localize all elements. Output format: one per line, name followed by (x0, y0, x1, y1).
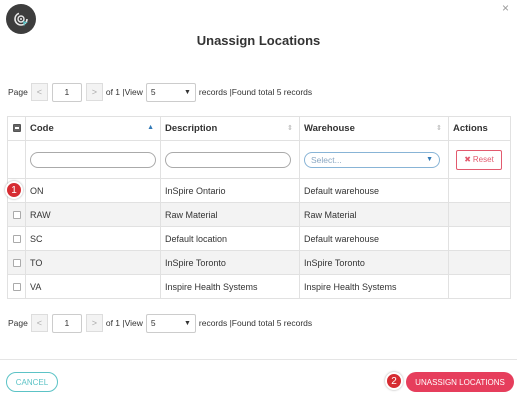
chevron-down-icon: ▼ (183, 88, 191, 96)
cell-actions (448, 202, 511, 227)
cell-warehouse: Default warehouse (299, 226, 449, 251)
records-found-text: records |Found total 5 records (198, 87, 313, 97)
sort-icon[interactable]: ⇕ (436, 124, 442, 132)
next-page-button[interactable]: > (85, 83, 103, 101)
reset-label: Reset (472, 155, 494, 164)
page-label: Page (8, 318, 28, 328)
cell-description: Raw Material (160, 202, 300, 227)
column-header-warehouse-label: Warehouse (304, 123, 355, 134)
chevron-down-icon: ▼ (426, 156, 433, 163)
page-label: Page (8, 87, 28, 97)
row-checkbox[interactable] (12, 283, 21, 292)
page-of-text: of 1 |View (105, 318, 143, 328)
sort-ascending-icon[interactable]: ▲ (147, 124, 154, 131)
table-row[interactable]: SC Default location Default warehouse (7, 226, 511, 251)
table-row[interactable]: RAW Raw Material Raw Material (7, 202, 511, 227)
warehouse-filter-placeholder: Select... (311, 154, 342, 165)
cell-description: Default location (160, 226, 300, 251)
unassign-locations-dialog: × Unassign Locations Page < 1 > of 1 |Vi… (0, 0, 517, 401)
cell-actions (448, 226, 511, 251)
step-badge-1: 1 (5, 181, 23, 199)
cell-actions (448, 274, 511, 299)
dialog-title: Unassign Locations (196, 33, 321, 48)
unassign-locations-button[interactable]: UNASSIGN LOCATIONS (406, 372, 514, 392)
column-header-warehouse[interactable]: Warehouse ⇕ (299, 116, 449, 141)
cell-warehouse: Default warehouse (299, 178, 449, 203)
records-found-text: records |Found total 5 records (198, 318, 313, 328)
table-row[interactable]: ON InSpire Ontario Default warehouse (7, 178, 511, 203)
cell-warehouse: Raw Material (299, 202, 449, 227)
footer-divider (0, 359, 517, 360)
row-checkbox[interactable] (12, 211, 21, 220)
records-per-page-select[interactable]: 5 ▼ (145, 313, 196, 333)
cell-code: ON (25, 178, 161, 203)
step-badge-2: 2 (385, 372, 403, 390)
prev-page-button[interactable]: < (30, 83, 48, 101)
table-row[interactable]: VA Inspire Health Systems Inspire Health… (7, 274, 511, 299)
records-per-page-value: 5 (150, 87, 156, 97)
select-all-header[interactable] (7, 116, 26, 141)
column-header-description-label: Description (165, 123, 218, 134)
row-checkbox[interactable] (12, 235, 21, 244)
code-filter-input[interactable] (30, 151, 156, 168)
column-header-description[interactable]: Description ⇕ (160, 116, 300, 141)
page-of-text: of 1 |View (105, 87, 143, 97)
cell-description: InSpire Ontario (160, 178, 300, 203)
select-all-checkbox[interactable] (12, 124, 21, 133)
cell-description: InSpire Toronto (160, 250, 300, 275)
records-per-page-select[interactable]: 5 ▼ (145, 82, 196, 102)
description-filter-input[interactable] (165, 151, 291, 168)
cell-code: SC (25, 226, 161, 251)
column-header-code[interactable]: Code ▲ (25, 116, 161, 141)
close-icon[interactable]: × (502, 2, 509, 14)
app-logo-icon (6, 4, 36, 34)
row-checkbox[interactable] (12, 259, 21, 268)
cancel-button[interactable]: CANCEL (6, 372, 58, 392)
close-icon: ✖ (464, 155, 471, 164)
column-header-actions: Actions (448, 116, 511, 141)
reset-filter-button[interactable]: ✖ Reset (456, 149, 502, 170)
table-row[interactable]: TO InSpire Toronto InSpire Toronto (7, 250, 511, 275)
cell-actions (448, 178, 511, 203)
cell-description: Inspire Health Systems (160, 274, 300, 299)
sort-icon[interactable]: ⇕ (287, 124, 293, 132)
page-number-input[interactable]: 1 (51, 313, 82, 333)
page-number-input[interactable]: 1 (51, 82, 82, 102)
pager-bottom: Page < 1 > of 1 |View 5 ▼ records |Found… (7, 313, 313, 333)
pager-top: Page < 1 > of 1 |View 5 ▼ records |Found… (7, 82, 313, 102)
cell-actions (448, 250, 511, 275)
cell-code: TO (25, 250, 161, 275)
locations-table: Code ▲ Description ⇕ Warehouse ⇕ Actions (7, 116, 511, 299)
filter-row: Select... ▼ ✖ Reset (7, 140, 511, 179)
warehouse-filter-select[interactable]: Select... ▼ (304, 151, 440, 168)
cell-warehouse: Inspire Health Systems (299, 274, 449, 299)
column-header-code-label: Code (30, 123, 54, 134)
chevron-down-icon: ▼ (183, 319, 191, 327)
prev-page-button[interactable]: < (30, 314, 48, 332)
cell-code: RAW (25, 202, 161, 227)
cell-code: VA (25, 274, 161, 299)
cell-warehouse: InSpire Toronto (299, 250, 449, 275)
records-per-page-value: 5 (150, 318, 156, 328)
next-page-button[interactable]: > (85, 314, 103, 332)
